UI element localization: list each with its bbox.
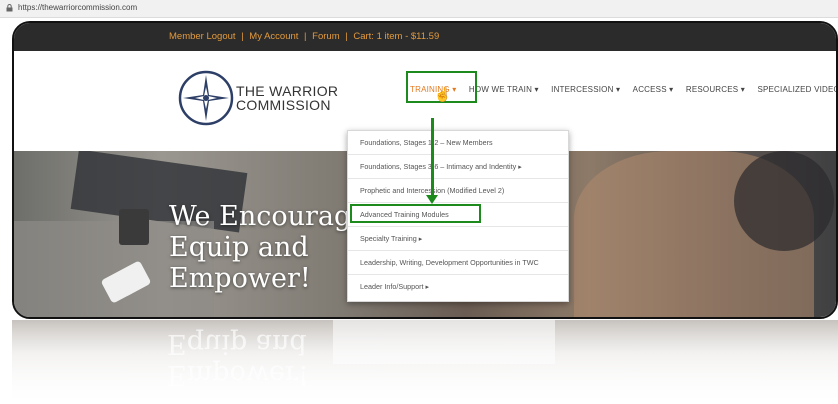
nav-item-how-we-train[interactable]: HOW WE TRAIN ▾ (469, 85, 539, 94)
brand-line-2: COMMISSION (236, 97, 331, 113)
brand-line-1: THE WARRIOR (236, 83, 339, 99)
hero-person-shape (734, 151, 834, 251)
reflection-fade (12, 320, 838, 404)
menu-item-foundations-3-6[interactable]: Foundations, Stages 3-6 – Intimacy and I… (348, 155, 568, 179)
hero-line-1: We Encourag (169, 201, 352, 232)
hero-mug-shape (119, 209, 149, 245)
menu-item-leadership-writing[interactable]: Leadership, Writing, Development Opportu… (348, 251, 568, 275)
cart-link[interactable]: Cart: 1 item - $11.59 (353, 31, 439, 42)
lock-icon (6, 4, 13, 12)
nav-item-access[interactable]: ACCESS ▾ (633, 85, 674, 94)
url-text: https://thewarriorcommission.com (18, 3, 138, 12)
advanced-training-highlight-box (350, 204, 481, 223)
website-screenshot: Member Logout | My Account | Forum | Car… (12, 21, 838, 319)
nav-item-resources[interactable]: RESOURCES ▾ (686, 85, 745, 94)
hero-headline: We Encourag Equip and Empower! (169, 201, 351, 294)
menu-item-foundations-1-2[interactable]: Foundations, Stages 1-2 – New Members (348, 131, 568, 155)
my-account-link[interactable]: My Account (249, 31, 298, 42)
separator: | (345, 31, 348, 42)
menu-item-leader-info-support[interactable]: Leader Info/Support ▸ (348, 275, 568, 299)
hand-pointer-icon: ☝ (434, 86, 452, 102)
hero-line-2: Equip and (169, 232, 309, 263)
address-bar[interactable]: https://thewarriorcommission.com (0, 0, 838, 18)
nav-item-specialized-videos[interactable]: SPECIALIZED VIDEOS (757, 85, 836, 94)
forum-link[interactable]: Forum (312, 31, 339, 42)
arrow-down-icon (426, 195, 438, 204)
separator: | (241, 31, 244, 42)
menu-item-prophetic-intercession[interactable]: Prophetic and Intercession (Modified Lev… (348, 179, 568, 203)
member-top-bar: Member Logout | My Account | Forum | Car… (14, 23, 836, 51)
annotation-arrow-shaft (431, 118, 434, 198)
separator: | (304, 31, 307, 42)
hero-line-3: Empower! (169, 263, 311, 294)
nav-item-intercession[interactable]: INTERCESSION ▾ (551, 85, 620, 94)
mirror-reflection: Empower! Equip and (12, 320, 838, 404)
member-logout-link[interactable]: Member Logout (169, 31, 236, 42)
menu-item-specialty-training[interactable]: Specialty Training ▸ (348, 227, 568, 251)
brand-name[interactable]: THE WARRIOR COMMISSION (236, 84, 338, 112)
compass-emblem-icon[interactable] (177, 69, 235, 127)
